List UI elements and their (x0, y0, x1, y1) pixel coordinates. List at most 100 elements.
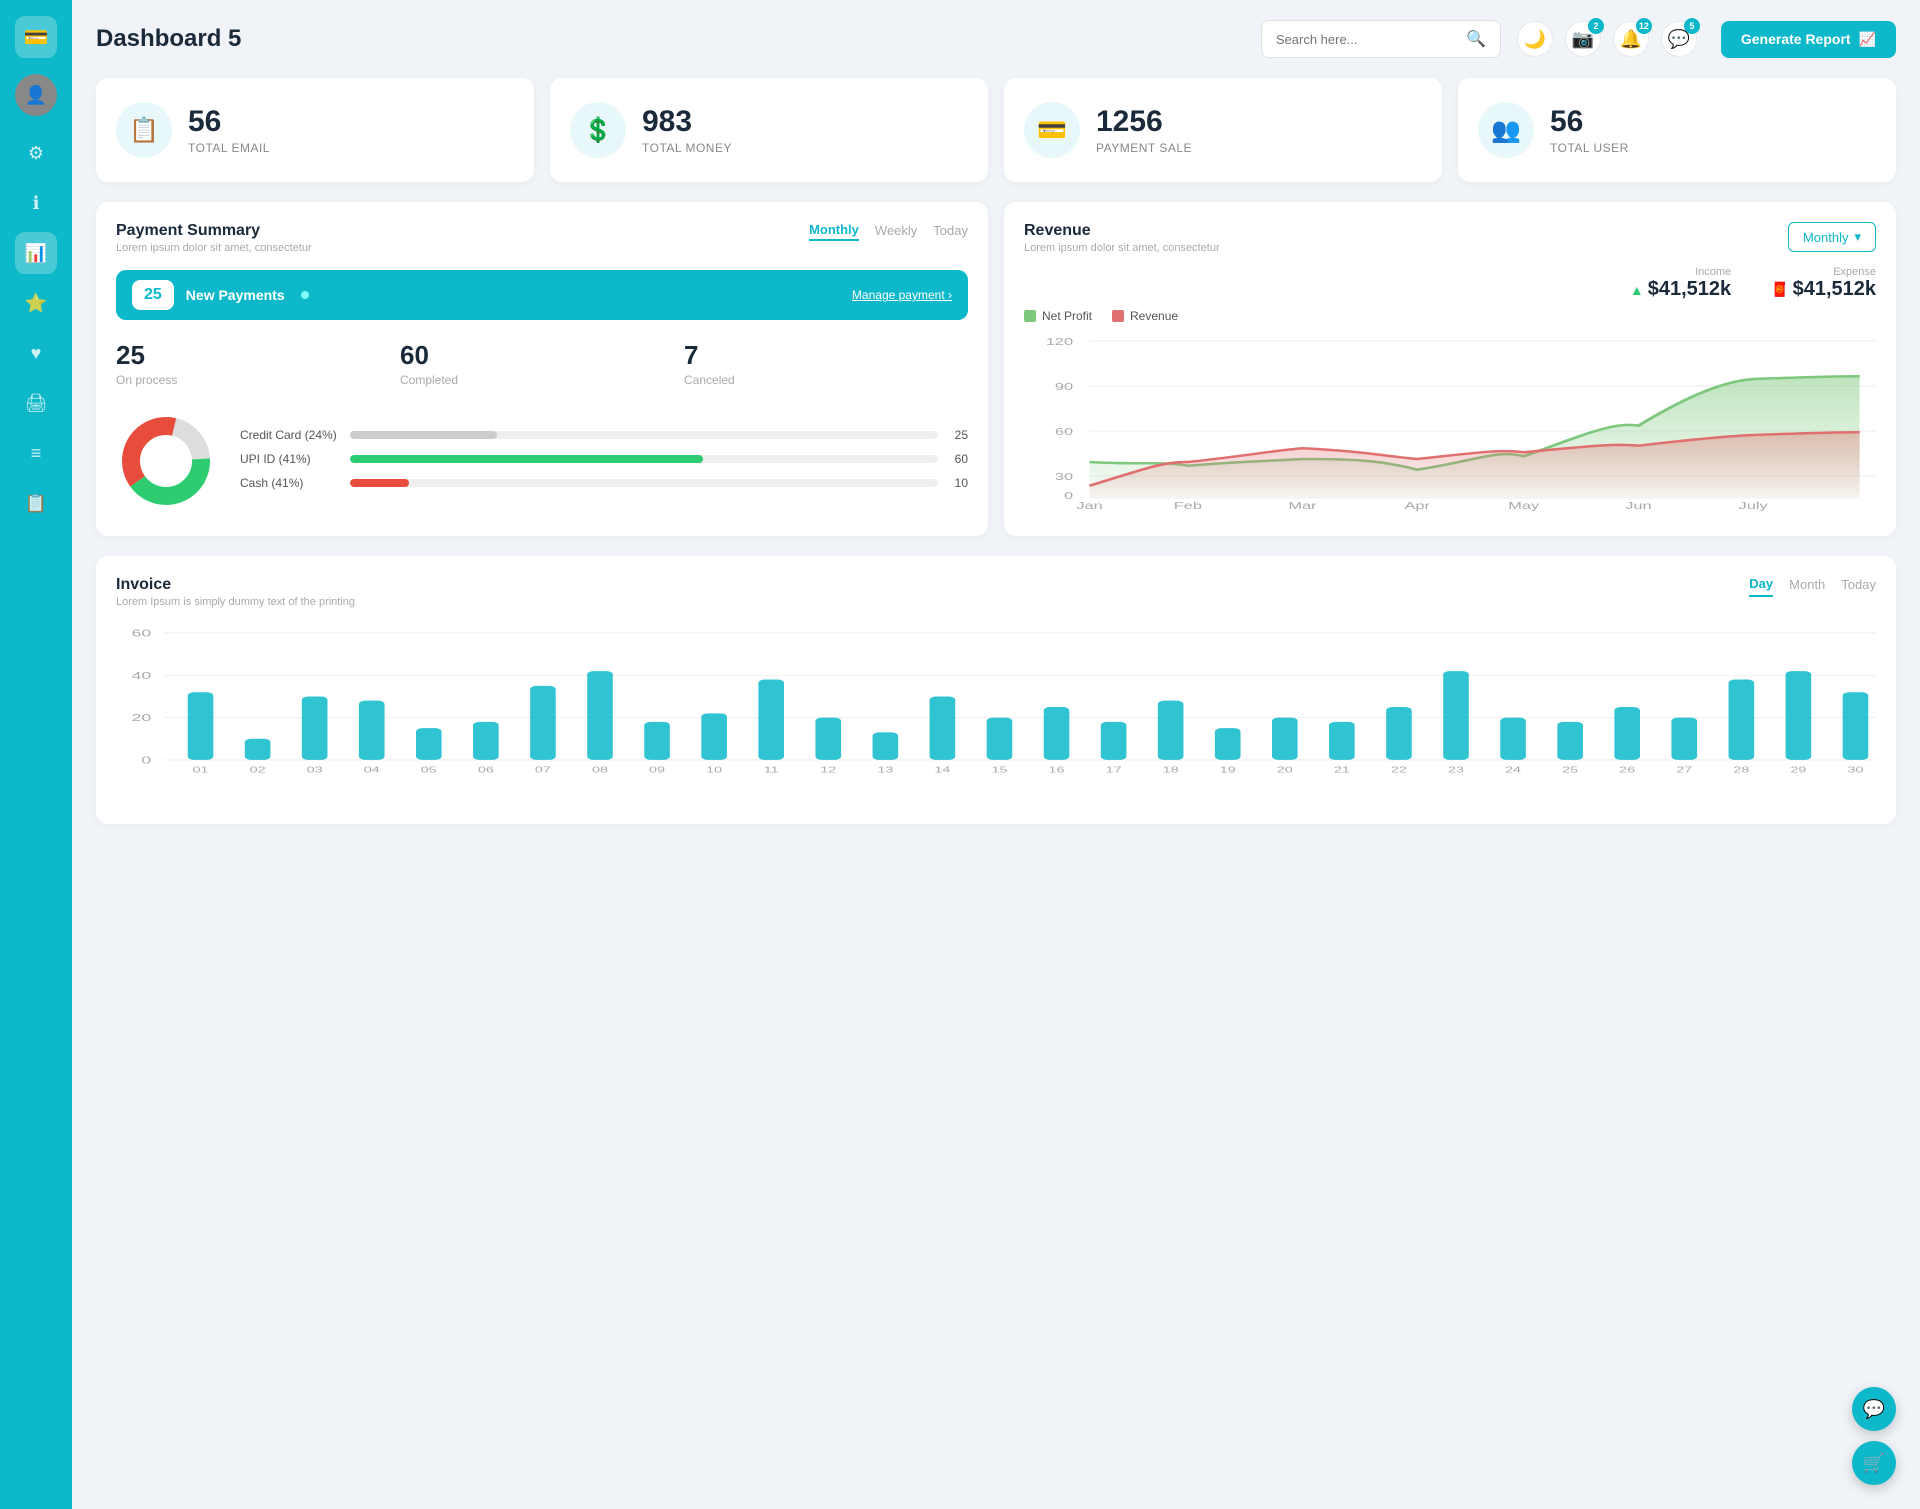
tab-today[interactable]: Today (933, 222, 968, 241)
search-bar[interactable]: 🔍 (1261, 20, 1501, 58)
svg-text:06: 06 (478, 766, 494, 775)
stat-value-user: 56 (1550, 105, 1629, 139)
income-arrow-icon: ▲ (1630, 282, 1644, 298)
sidebar-item-favorites[interactable]: ⭐ (15, 282, 57, 324)
payment-summary-header: Payment Summary Lorem ipsum dolor sit am… (116, 222, 968, 254)
chart-icon: 📈 (1859, 31, 1876, 48)
stat-label-sale: PAYMENT SALE (1096, 141, 1192, 155)
progress-label-cash: Cash (41%) (240, 476, 340, 490)
legend-net-profit: Net Profit (1024, 309, 1092, 323)
invoice-bar-chart: 60 40 20 0 01020304050607080910111213141… (116, 624, 1876, 804)
sidebar-item-settings[interactable]: ⚙ (15, 132, 57, 174)
sidebar-avatar[interactable]: 👤 (15, 74, 57, 116)
svg-text:20: 20 (1277, 766, 1294, 775)
sidebar-item-menu[interactable]: ≡ (15, 432, 57, 474)
stat-value-money: 983 (642, 105, 732, 139)
sidebar-logo[interactable]: 💳 (15, 16, 57, 58)
camera-btn[interactable]: 📷 2 (1565, 21, 1601, 57)
page-title: Dashboard 5 (96, 25, 1261, 53)
sidebar-item-info[interactable]: ℹ (15, 182, 57, 224)
invoice-tab-month[interactable]: Month (1789, 576, 1825, 597)
svg-text:12: 12 (820, 766, 836, 775)
svg-text:10: 10 (706, 766, 723, 775)
on-process-stat: 25 On process (116, 340, 400, 387)
payment-summary-card: Payment Summary Lorem ipsum dolor sit am… (96, 202, 988, 536)
progress-val-cash: 10 (948, 476, 968, 490)
stat-card-money: 💲 983 TOTAL MONEY (550, 78, 988, 182)
progress-bar-fill-cc (350, 431, 497, 439)
svg-text:23: 23 (1448, 766, 1464, 775)
header-icons: 🌙 📷 2 🔔 12 💬 5 Generate Report 📈 (1517, 21, 1896, 58)
sidebar-item-print[interactable]: 🖨 (15, 382, 57, 424)
new-payments-count: 25 (132, 280, 174, 310)
progress-val-cc: 25 (948, 428, 968, 442)
camera-badge: 2 (1588, 18, 1604, 34)
invoice-title: Invoice (116, 576, 355, 594)
tab-weekly[interactable]: Weekly (875, 222, 917, 241)
completed-stat: 60 Completed (400, 340, 684, 387)
canceled-stat: 7 Canceled (684, 340, 968, 387)
invoice-tab-today[interactable]: Today (1841, 576, 1876, 597)
payment-summary-subtitle: Lorem ipsum dolor sit amet, consectetur (116, 242, 312, 254)
on-process-label: On process (116, 373, 400, 387)
new-payments-label: New Payments (186, 287, 285, 303)
chat-btn[interactable]: 💬 5 (1661, 21, 1697, 57)
progress-bar-bg-upi (350, 455, 938, 463)
svg-text:20: 20 (132, 713, 152, 724)
income-expense-row: Income ▲ $41,512k Expense 🧧 $41,512k (1024, 266, 1876, 301)
bell-btn[interactable]: 🔔 12 (1613, 21, 1649, 57)
tab-monthly[interactable]: Monthly (809, 222, 859, 241)
payment-summary-title: Payment Summary (116, 222, 312, 240)
sidebar-item-likes[interactable]: ♥ (15, 332, 57, 374)
svg-text:July: July (1739, 500, 1768, 511)
svg-text:04: 04 (364, 766, 381, 775)
revenue-title-group: Revenue Lorem ipsum dolor sit amet, cons… (1024, 222, 1220, 254)
svg-text:03: 03 (307, 766, 323, 775)
svg-text:08: 08 (592, 766, 608, 775)
stat-card-email: 📋 56 TOTAL EMAIL (96, 78, 534, 182)
progress-label-upi: UPI ID (41%) (240, 452, 340, 466)
stat-info-money: 983 TOTAL MONEY (642, 105, 732, 155)
revenue-monthly-btn[interactable]: Monthly ▾ (1788, 222, 1876, 252)
svg-text:Jun: Jun (1625, 500, 1651, 511)
svg-text:0: 0 (141, 755, 151, 766)
invoice-tabs: Day Month Today (1749, 576, 1876, 597)
completed-value: 60 (400, 340, 684, 371)
svg-text:30: 30 (1055, 471, 1074, 482)
progress-row-cc: Credit Card (24%) 25 (240, 428, 968, 442)
income-value-row: ▲ $41,512k (1630, 278, 1731, 301)
revenue-legend: Net Profit Revenue (1024, 309, 1876, 323)
svg-text:14: 14 (934, 766, 951, 775)
search-icon: 🔍 (1466, 29, 1486, 49)
stat-card-user: 👥 56 TOTAL USER (1458, 78, 1896, 182)
svg-text:22: 22 (1391, 766, 1407, 775)
search-input[interactable] (1276, 32, 1458, 47)
new-payments-left: 25 New Payments (132, 280, 309, 310)
sidebar-item-list[interactable]: 📋 (15, 482, 57, 524)
manage-payment-link[interactable]: Manage payment › (852, 288, 952, 302)
generate-report-button[interactable]: Generate Report 📈 (1721, 21, 1896, 58)
svg-text:17: 17 (1106, 766, 1122, 775)
sidebar-item-analytics[interactable]: 📊 (15, 232, 57, 274)
progress-bar-fill-cash (350, 479, 409, 487)
progress-bar-bg-cash (350, 479, 938, 487)
stat-icon-money: 💲 (570, 102, 626, 158)
svg-text:28: 28 (1733, 766, 1749, 775)
payment-summary-title-group: Payment Summary Lorem ipsum dolor sit am… (116, 222, 312, 254)
svg-text:27: 27 (1676, 766, 1692, 775)
progress-bar-fill-upi (350, 455, 703, 463)
svg-text:Apr: Apr (1404, 500, 1430, 511)
invoice-tab-day[interactable]: Day (1749, 576, 1773, 597)
theme-toggle-btn[interactable]: 🌙 (1517, 21, 1553, 57)
progress-row-cash: Cash (41%) 10 (240, 476, 968, 490)
stats-row: 📋 56 TOTAL EMAIL 💲 983 TOTAL MONEY 💳 125… (96, 78, 1896, 182)
stat-info-sale: 1256 PAYMENT SALE (1096, 105, 1192, 155)
main-content: Dashboard 5 🔍 🌙 📷 2 🔔 12 💬 5 Generate Re… (72, 0, 1920, 1509)
svg-text:02: 02 (250, 766, 266, 775)
income-value: $41,512k (1648, 278, 1731, 301)
cart-float-btn[interactable]: 🛒 (1852, 1441, 1896, 1485)
progress-label-cc: Credit Card (24%) (240, 428, 340, 442)
chat-float-btn[interactable]: 💬 (1852, 1387, 1896, 1431)
svg-text:09: 09 (649, 766, 665, 775)
svg-text:Jan: Jan (1076, 500, 1102, 511)
